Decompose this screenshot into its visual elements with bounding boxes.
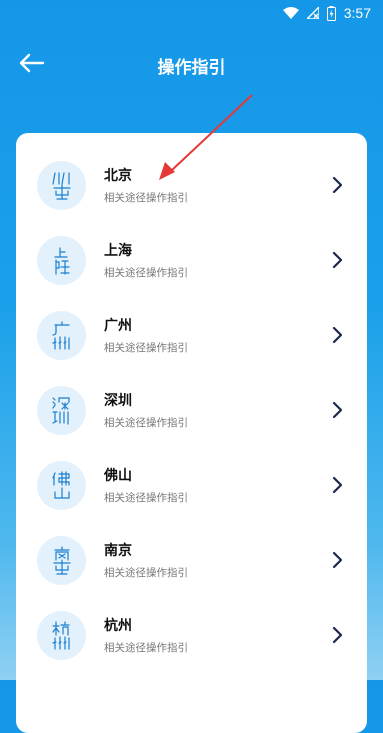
city-subtitle: 相关途径操作指引 [104, 417, 188, 429]
chevron-right-icon [332, 626, 343, 644]
no-signal-icon [306, 7, 319, 19]
city-name: 南京 [104, 543, 132, 559]
city-emblem-icon [37, 611, 86, 660]
chevron-right-icon [332, 551, 343, 569]
status-bar: 3:57 [0, 0, 383, 26]
city-subtitle: 相关途径操作指引 [104, 192, 188, 204]
wifi-icon [282, 7, 299, 19]
city-subtitle: 相关途径操作指引 [104, 342, 188, 354]
city-name: 杭州 [104, 618, 132, 634]
city-name: 深圳 [104, 393, 132, 409]
city-emblem-icon [37, 386, 86, 435]
chevron-right-icon [332, 251, 343, 269]
city-list-card: 北京 相关途径操作指引 上海 相关途径操作指引 广州 相关途径操作指引 深圳 相… [16, 133, 367, 733]
city-subtitle: 相关途径操作指引 [104, 567, 188, 579]
city-name: 北京 [104, 168, 132, 184]
list-item-nanjing[interactable]: 南京 相关途径操作指引 [16, 528, 367, 603]
status-time: 3:57 [343, 5, 371, 21]
city-emblem-icon [37, 311, 86, 360]
city-emblem-icon [37, 236, 86, 285]
chevron-right-icon [332, 401, 343, 419]
city-emblem-icon [37, 161, 86, 210]
city-name: 广州 [104, 318, 132, 334]
chevron-right-icon [332, 326, 343, 344]
list-item-guangzhou[interactable]: 广州 相关途径操作指引 [16, 303, 367, 378]
page-title: 操作指引 [157, 58, 226, 78]
city-emblem-icon [37, 536, 86, 585]
chevron-right-icon [332, 176, 343, 194]
city-subtitle: 相关途径操作指引 [104, 267, 188, 279]
list-item-foshan[interactable]: 佛山 相关途径操作指引 [16, 453, 367, 528]
list-item-shanghai[interactable]: 上海 相关途径操作指引 [16, 228, 367, 303]
list-item-beijing[interactable]: 北京 相关途径操作指引 [16, 153, 367, 228]
list-item-shenzhen[interactable]: 深圳 相关途径操作指引 [16, 378, 367, 453]
city-subtitle: 相关途径操作指引 [104, 642, 188, 654]
battery-charging-icon [326, 5, 336, 21]
list-item-hangzhou[interactable]: 杭州 相关途径操作指引 [16, 603, 367, 678]
city-name: 上海 [104, 243, 132, 259]
city-emblem-icon [37, 461, 86, 510]
city-subtitle: 相关途径操作指引 [104, 492, 188, 504]
city-name: 佛山 [104, 468, 132, 484]
chevron-right-icon [332, 476, 343, 494]
app-header: 操作指引 [0, 40, 383, 90]
